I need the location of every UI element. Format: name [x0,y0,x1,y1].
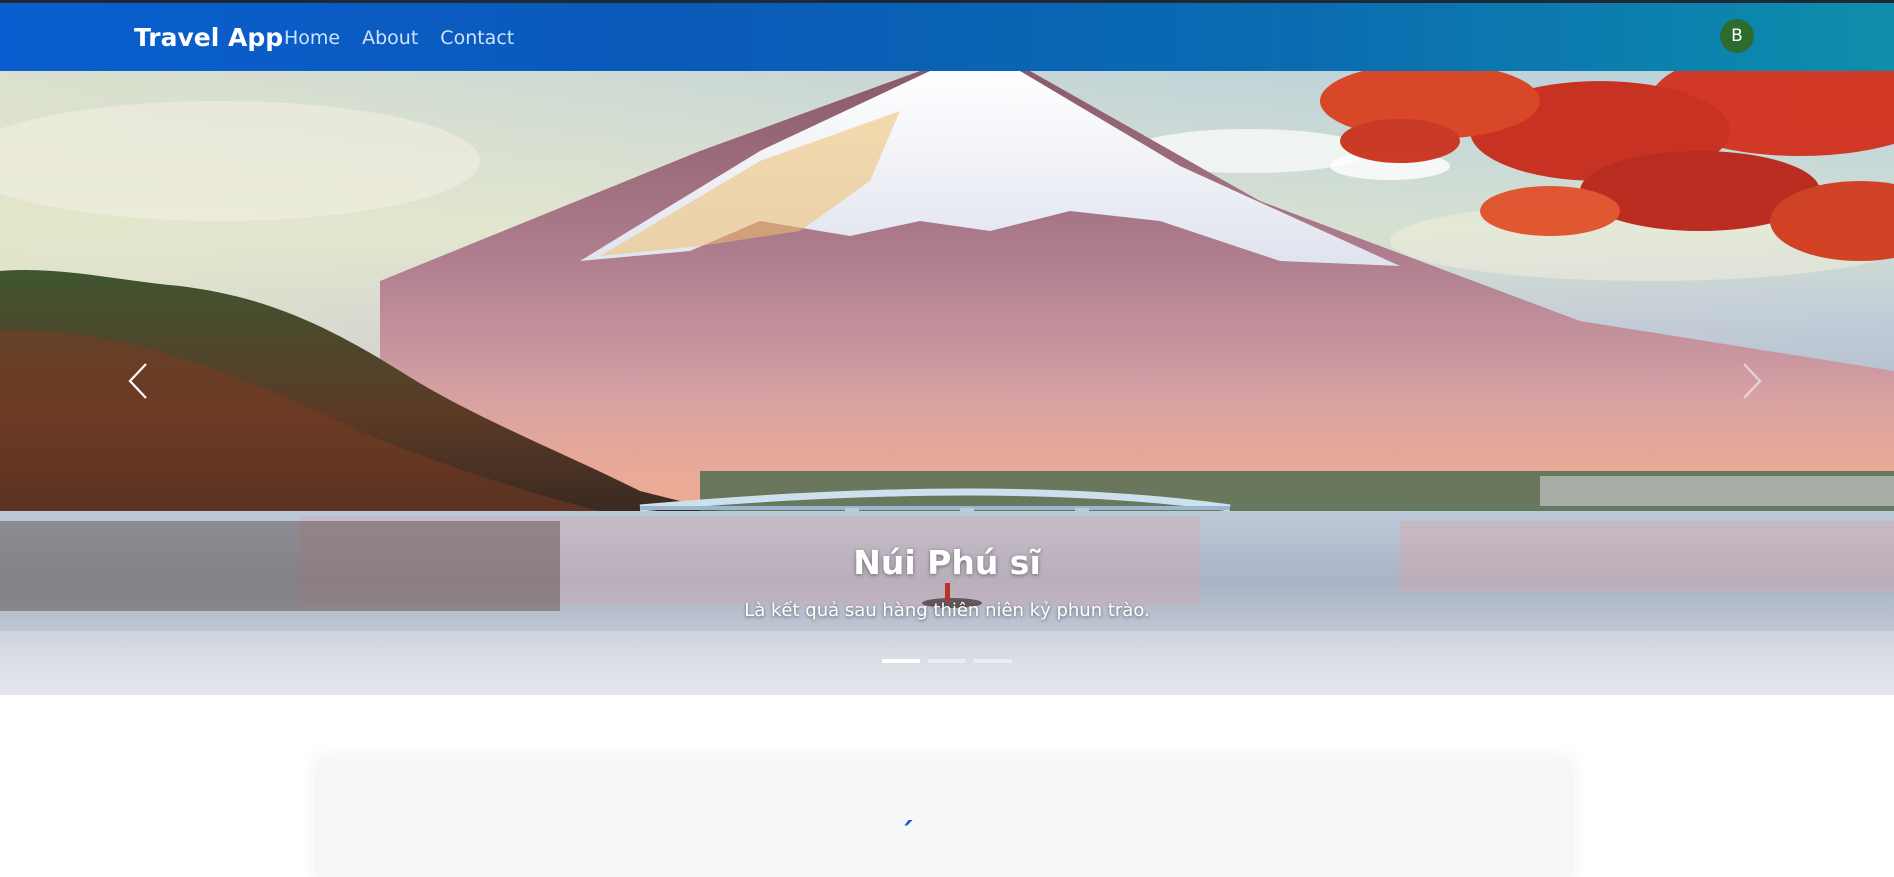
slide-caption: Núi Phú sĩ Là kết quả sau hàng thiên niê… [0,543,1894,621]
brand-logo[interactable]: Travel App [134,23,283,52]
navbar: Travel App Home About Contact B [0,3,1894,71]
nav-link-home[interactable]: Home [284,27,340,49]
hero-carousel: Núi Phú sĩ Là kết quả sau hàng thiên niê… [0,71,1894,695]
carousel-indicators [0,659,1894,663]
slide-description: Là kết quả sau hàng thiên niên kỷ phun t… [744,600,1150,621]
chevron-right-icon [1743,363,1762,399]
slide-title: Núi Phú sĩ [853,543,1041,582]
content-card: ´ [319,757,1569,877]
nav-link-contact[interactable]: Contact [440,27,514,49]
card-heading-partial: ´ [899,817,914,852]
carousel-indicator-1[interactable] [882,659,920,663]
user-avatar[interactable]: B [1720,19,1754,53]
carousel-next-button[interactable] [1722,351,1782,411]
carousel-prev-button[interactable] [108,351,168,411]
nav-link-about[interactable]: About [362,27,418,49]
chevron-left-icon [128,363,147,399]
carousel-indicator-2[interactable] [928,659,966,663]
carousel-indicator-3[interactable] [974,659,1012,663]
nav-links: Home About Contact [284,27,514,49]
